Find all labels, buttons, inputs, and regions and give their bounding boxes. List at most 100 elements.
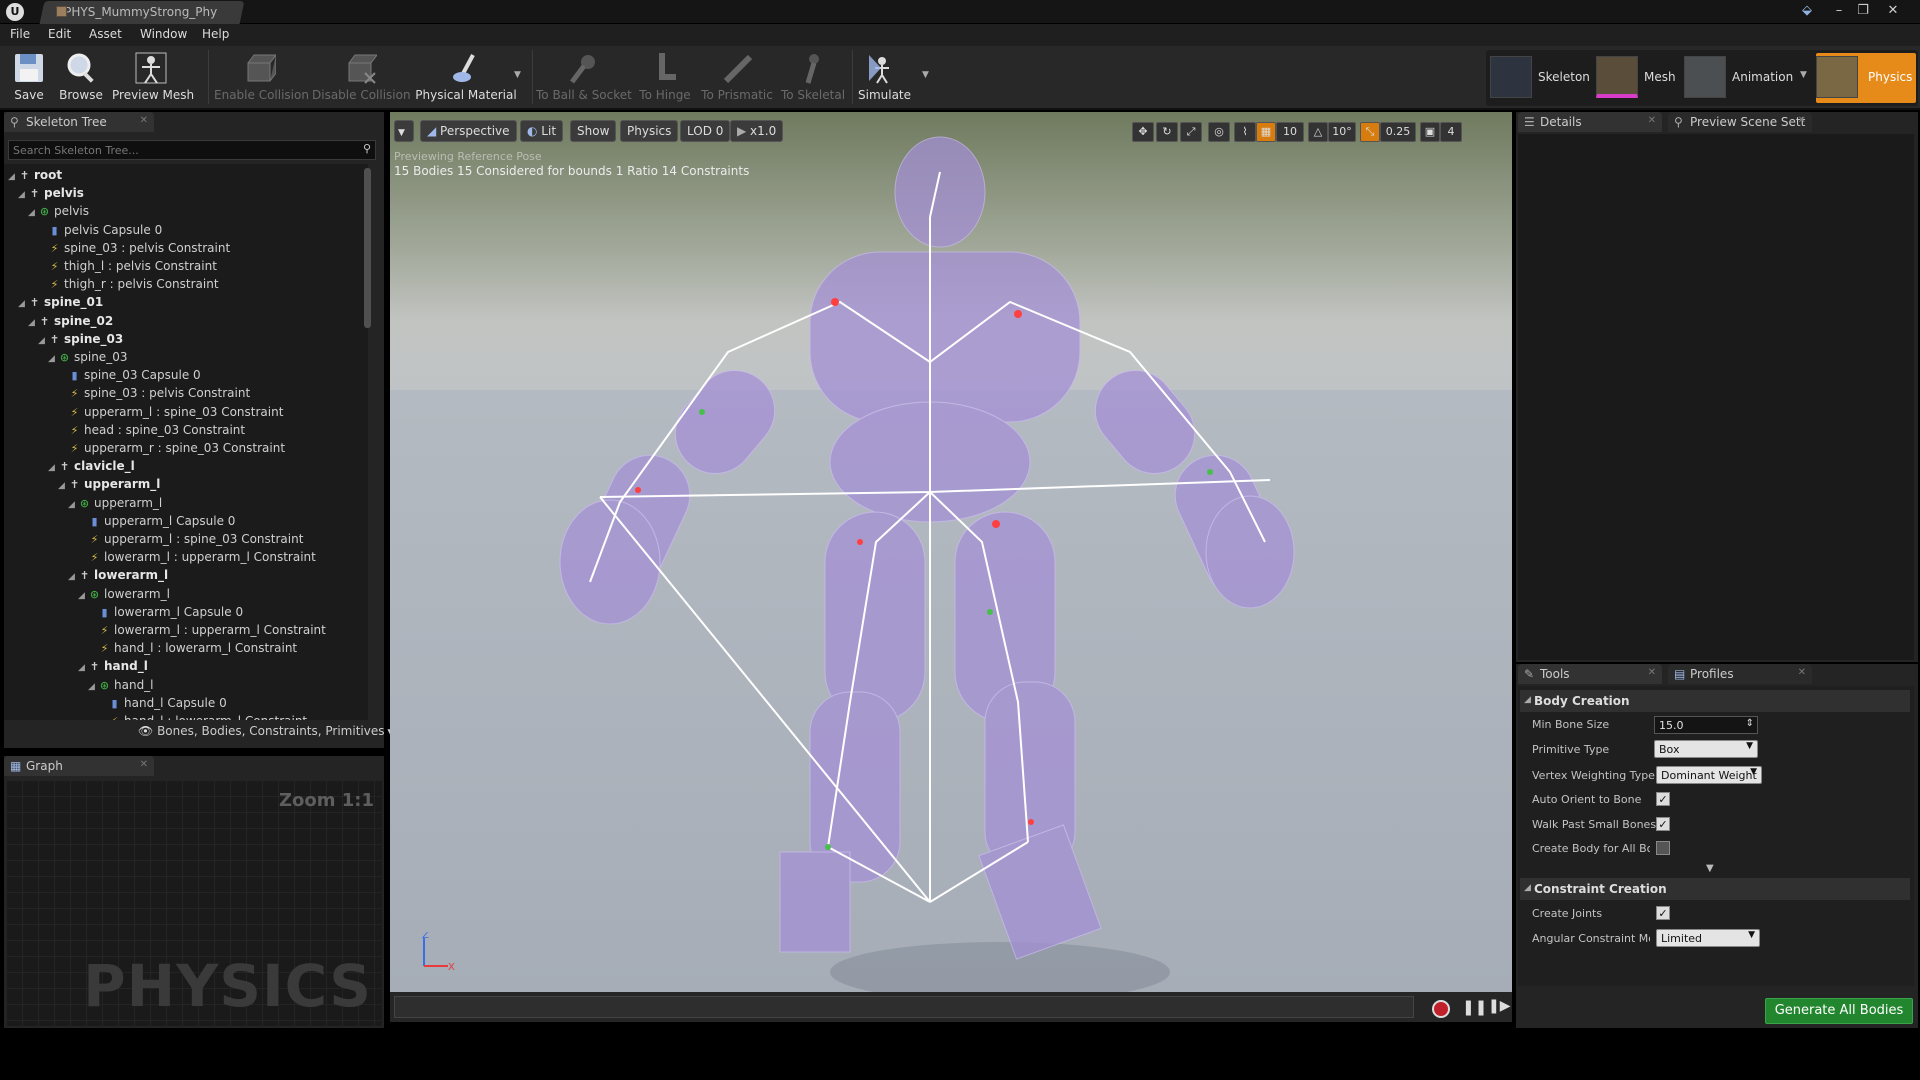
perspective-button[interactable]: ◢ Perspective (420, 120, 517, 142)
camera-speed-icon[interactable]: ▣ (1420, 122, 1440, 142)
rotate-mode-icon[interactable]: ↻ (1156, 122, 1178, 142)
tree-bone-row[interactable]: ◢ ✝ root (8, 168, 62, 186)
tree-constraint-row[interactable]: ⚡hand_l : lowerarm_l Constraint (88, 641, 298, 659)
world-local-icon[interactable]: ◎ (1208, 122, 1230, 142)
viewport-options-button[interactable]: ▼ (394, 120, 414, 142)
scale-snap-value[interactable]: 0.25 (1380, 122, 1416, 142)
grid-snap-icon[interactable]: ▦ (1256, 122, 1276, 142)
mode-physics[interactable]: Physics (1816, 53, 1916, 103)
physical-material-dropdown-icon[interactable]: ▼ (514, 70, 521, 80)
mode-mesh[interactable]: Mesh (1596, 53, 1676, 103)
constraint-creation-header[interactable]: ◢ Constraint Creation (1520, 878, 1910, 900)
tree-bone-row[interactable]: ◢ ✝ hand_l (78, 659, 148, 677)
tab-details[interactable]: ☰ Details ✕ (1518, 112, 1662, 132)
simulate-dropdown-icon[interactable]: ▼ (922, 70, 929, 80)
close-tab-icon[interactable]: ✕ (1798, 115, 1806, 126)
menu-asset[interactable]: Asset (89, 27, 122, 41)
tree-body-row[interactable]: ◢ ⊛ pelvis (28, 204, 89, 222)
expand-arrow-icon[interactable]: ◢ (38, 336, 48, 346)
playback-speed-button[interactable]: ▶ x1.0 (730, 120, 784, 142)
camera-speed-value[interactable]: 4 (1440, 122, 1462, 142)
tree-constraint-row[interactable]: ⚡ spine_03 : pelvis Constraint (58, 386, 251, 404)
angular-mode-select[interactable]: Limited ▼ (1656, 929, 1760, 947)
tree-bone-row[interactable]: ◢ ✝ spine_02 (28, 314, 113, 332)
menu-edit[interactable]: Edit (48, 27, 71, 41)
close-tab-icon[interactable]: ✕ (140, 115, 148, 126)
tree-constraint-row[interactable]: ⚡ spine_03 : pelvis Constraint (38, 241, 231, 259)
expand-arrow-icon[interactable]: ◢ (78, 591, 88, 601)
tree-constraint-row[interactable]: ⚡hand_l : lowerarm_l Constraint (98, 714, 308, 720)
auto-orient-checkbox[interactable]: ✓ (1656, 792, 1670, 806)
expand-arrow-icon[interactable]: ◢ (28, 208, 38, 218)
pause-button[interactable]: ❚❚ (1462, 998, 1487, 1016)
menu-window[interactable]: Window (140, 27, 187, 41)
expand-arrow-icon[interactable]: ◢ (58, 481, 68, 491)
document-tab[interactable]: PHYS_MummyStrong_Phy (39, 1, 245, 24)
tree-constraint-row[interactable]: ⚡ upperarm_l : spine_03 Constraint (58, 405, 284, 423)
simulate-button[interactable]: Simulate (858, 46, 911, 108)
tree-constraint-row[interactable]: ⚡ thigh_l : pelvis Constraint (38, 259, 217, 277)
tree-constraint-row[interactable]: ⚡ upperarm_l : spine_03 Constraint (78, 532, 304, 550)
to-skeletal-button[interactable]: To Skeletal (778, 46, 848, 108)
tab-skeleton-tree[interactable]: ⚲ Skeleton Tree ✕ (4, 112, 154, 132)
expand-arrow-icon[interactable]: ◢ (28, 318, 38, 328)
tree-bone-row[interactable]: ◢ ✝ clavicle_l (48, 459, 135, 477)
expand-arrow-icon[interactable]: ◢ (18, 299, 28, 309)
tab-tools[interactable]: ✎ Tools ✕ (1518, 664, 1662, 684)
physics-body-visualization[interactable] (390, 112, 1512, 992)
timeline-scrubber[interactable] (394, 996, 1414, 1018)
create-body-all-checkbox[interactable]: ✓ (1656, 841, 1670, 855)
tree-bone-row[interactable]: ◢ ✝ lowerarm_l (68, 568, 168, 586)
to-ball-socket-button[interactable]: To Ball & Socket (536, 46, 632, 108)
expand-arrow-icon[interactable]: ◢ (48, 463, 58, 473)
tree-filter-dropdown[interactable]: 👁 Bones, Bodies, Constraints, Primitives… (138, 724, 394, 738)
expand-arrow-icon[interactable]: ◢ (68, 500, 78, 510)
rotation-snap-value[interactable]: 10° (1328, 122, 1356, 142)
tree-constraint-row[interactable]: ⚡ lowerarm_l : upperarm_l Constraint (78, 550, 316, 568)
menu-file[interactable]: File (10, 27, 30, 41)
scale-mode-icon[interactable]: ⤢ (1180, 122, 1202, 142)
tree-body-row[interactable]: ◢ ⊛ hand_l (88, 678, 154, 696)
primitive-type-select[interactable]: Box ▼ (1654, 740, 1758, 758)
tree-body-row[interactable]: ◢ ⊛ lowerarm_l (78, 587, 170, 605)
tree-primitive-row[interactable]: ▮ hand_l Capsule 0 (98, 696, 226, 714)
grid-snap-value[interactable]: 10 (1276, 122, 1304, 142)
expand-arrow-icon[interactable]: ◢ (48, 354, 58, 364)
lit-button[interactable]: ◐ Lit (520, 120, 564, 142)
tree-constraint-row[interactable]: ⚡ lowerarm_l : upperarm_l Constraint (88, 623, 326, 641)
physical-material-button[interactable]: Physical Material (414, 46, 518, 108)
tree-primitive-row[interactable]: ▮ lowerarm_l Capsule 0 (88, 605, 243, 623)
browse-button[interactable]: Browse (56, 46, 106, 108)
save-button[interactable]: Save (8, 46, 50, 108)
step-forward-button[interactable]: ❚▶ (1488, 998, 1511, 1014)
tree-constraint-row[interactable]: ⚡ thigh_r : pelvis Constraint (38, 277, 219, 295)
expand-arrow-icon[interactable]: ◢ (8, 172, 18, 182)
tree-body-row[interactable]: ◢ ⊛ spine_03 (48, 350, 127, 368)
lod-button[interactable]: LOD 0 (680, 120, 731, 142)
scale-snap-icon[interactable]: ⤡ (1360, 122, 1380, 142)
body-creation-header[interactable]: ◢ Body Creation (1520, 690, 1910, 712)
mode-dropdown-icon[interactable]: ▼ (1800, 70, 1807, 80)
physics-view-button[interactable]: Physics (620, 120, 679, 142)
source-control-icon[interactable]: ⬙ (1796, 2, 1818, 20)
to-hinge-button[interactable]: To Hinge (634, 46, 696, 108)
tree-primitive-row[interactable]: ▮ pelvis Capsule 0 (38, 223, 162, 241)
disable-collision-button[interactable]: Disable Collision (312, 46, 411, 108)
create-joints-checkbox[interactable]: ✓ (1656, 906, 1670, 920)
mode-animation[interactable]: Animation (1684, 53, 1800, 103)
to-prismatic-button[interactable]: To Prismatic (700, 46, 774, 108)
tab-graph[interactable]: ▦ Graph ✕ (4, 756, 154, 776)
tree-bone-row[interactable]: ◢ ✝ spine_03 (38, 332, 123, 350)
tree-scrollbar[interactable] (364, 168, 371, 328)
tree-constraint-row[interactable]: ⚡ head : spine_03 Constraint (58, 423, 246, 441)
graph-canvas[interactable]: Zoom 1:1 PHYSICS (6, 780, 382, 1026)
enable-collision-button[interactable]: Enable Collision (214, 46, 309, 108)
generate-all-bodies-button[interactable]: Generate All Bodies (1765, 998, 1913, 1024)
vertex-weighting-select[interactable]: Dominant Weight ▼ (1656, 766, 1762, 784)
tree-bone-row[interactable]: ◢ ✝ spine_01 (18, 295, 103, 313)
tree-bone-row[interactable]: ◢ ✝ upperarm_l (58, 477, 160, 495)
expand-arrow-icon[interactable]: ◢ (18, 190, 28, 200)
mode-skeleton[interactable]: Skeleton (1490, 53, 1590, 103)
minimize-button[interactable]: – (1828, 2, 1850, 20)
tree-constraint-row[interactable]: ⚡ upperarm_r : spine_03 Constraint (58, 441, 285, 459)
